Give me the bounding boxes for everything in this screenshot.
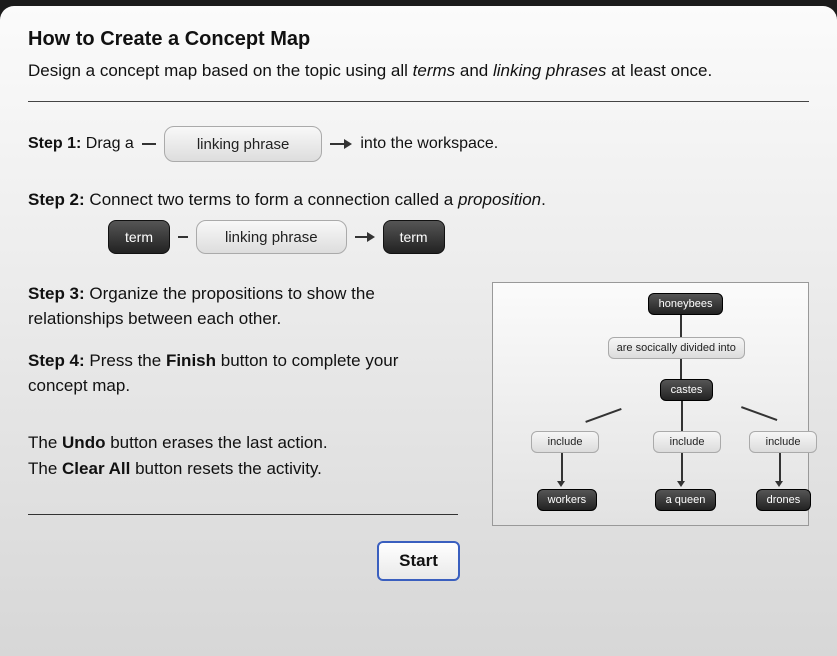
instruction-panel: How to Create a Concept Map Design a con… — [0, 6, 837, 656]
page-title: How to Create a Concept Map — [28, 28, 809, 51]
step-4-pre: Press the — [85, 351, 166, 370]
intro-terms-word: terms — [413, 61, 456, 80]
step-3-label: Step 3: — [28, 284, 85, 303]
start-button-wrap: Start — [28, 541, 809, 581]
intro-linking-word: linking phrases — [493, 61, 606, 80]
example-diagram: honeybees are socically divided into cas… — [492, 282, 809, 526]
linking-phrase-chip[interactable]: linking phrase — [164, 126, 323, 162]
node-honeybees: honeybees — [648, 293, 724, 315]
node-castes: castes — [660, 379, 714, 401]
edge — [681, 401, 683, 431]
step-1-text: Step 1: Drag a — [28, 135, 134, 153]
step-1-row: Step 1: Drag a linking phrase into the w… — [28, 126, 809, 162]
arrowhead-icon — [775, 481, 783, 487]
edge — [779, 453, 781, 483]
connector-line — [142, 143, 156, 145]
step-4-label: Step 4: — [28, 351, 85, 370]
node-include-3: include — [749, 431, 818, 453]
step-2-em: proposition — [458, 190, 541, 209]
step-1-label: Step 1: — [28, 135, 81, 152]
intro-mid: and — [455, 61, 493, 80]
clear-post: button resets the activity. — [130, 459, 322, 478]
step-3: Step 3: Organize the propositions to sho… — [28, 282, 462, 331]
edge — [585, 408, 621, 423]
edge — [741, 406, 777, 421]
node-drones: drones — [756, 489, 812, 511]
half-divider — [28, 514, 458, 515]
clear-line: The Clear All button resets the activity… — [28, 457, 462, 482]
node-include-2: include — [653, 431, 722, 453]
node-queen: a queen — [655, 489, 717, 511]
node-include-1: include — [531, 431, 600, 453]
arrow-connector — [355, 232, 375, 242]
arrowhead-icon — [557, 481, 565, 487]
arrow-connector — [330, 139, 352, 149]
step-2-text-row: Step 2: Connect two terms to form a conn… — [28, 190, 809, 210]
step-2-pre: Connect two terms to form a connection c… — [85, 190, 458, 209]
step-1-post: into the workspace. — [360, 135, 498, 153]
node-workers: workers — [537, 489, 598, 511]
edge — [680, 359, 682, 379]
step-2-label: Step 2: — [28, 190, 85, 209]
linking-phrase-chip-2[interactable]: linking phrase — [196, 220, 347, 254]
divider — [28, 101, 809, 102]
node-divided: are socically divided into — [608, 337, 745, 359]
clear-bold: Clear All — [62, 459, 130, 478]
step-2-chips-row: term linking phrase term — [108, 220, 809, 254]
undo-bold: Undo — [62, 433, 105, 452]
step-1-pre: Drag a — [81, 135, 133, 152]
arrowhead-icon — [677, 481, 685, 487]
edge — [561, 453, 563, 483]
term-chip-b[interactable]: term — [383, 220, 445, 254]
intro-suffix: at least once. — [606, 61, 712, 80]
lower-columns: Step 3: Organize the propositions to sho… — [28, 282, 809, 535]
edge — [680, 315, 682, 337]
clear-pre: The — [28, 459, 62, 478]
intro-text: Design a concept map based on the topic … — [28, 61, 809, 81]
left-column: Step 3: Organize the propositions to sho… — [28, 282, 462, 535]
undo-pre: The — [28, 433, 62, 452]
edge — [681, 453, 683, 483]
step-2-post: . — [541, 190, 546, 209]
step-4-bold: Finish — [166, 351, 216, 370]
intro-prefix: Design a concept map based on the topic … — [28, 61, 413, 80]
step-4: Step 4: Press the Finish button to compl… — [28, 349, 462, 398]
start-button[interactable]: Start — [377, 541, 460, 581]
term-chip-a[interactable]: term — [108, 220, 170, 254]
undo-line: The Undo button erases the last action. — [28, 431, 462, 456]
connector-line — [178, 236, 188, 238]
undo-post: button erases the last action. — [105, 433, 327, 452]
